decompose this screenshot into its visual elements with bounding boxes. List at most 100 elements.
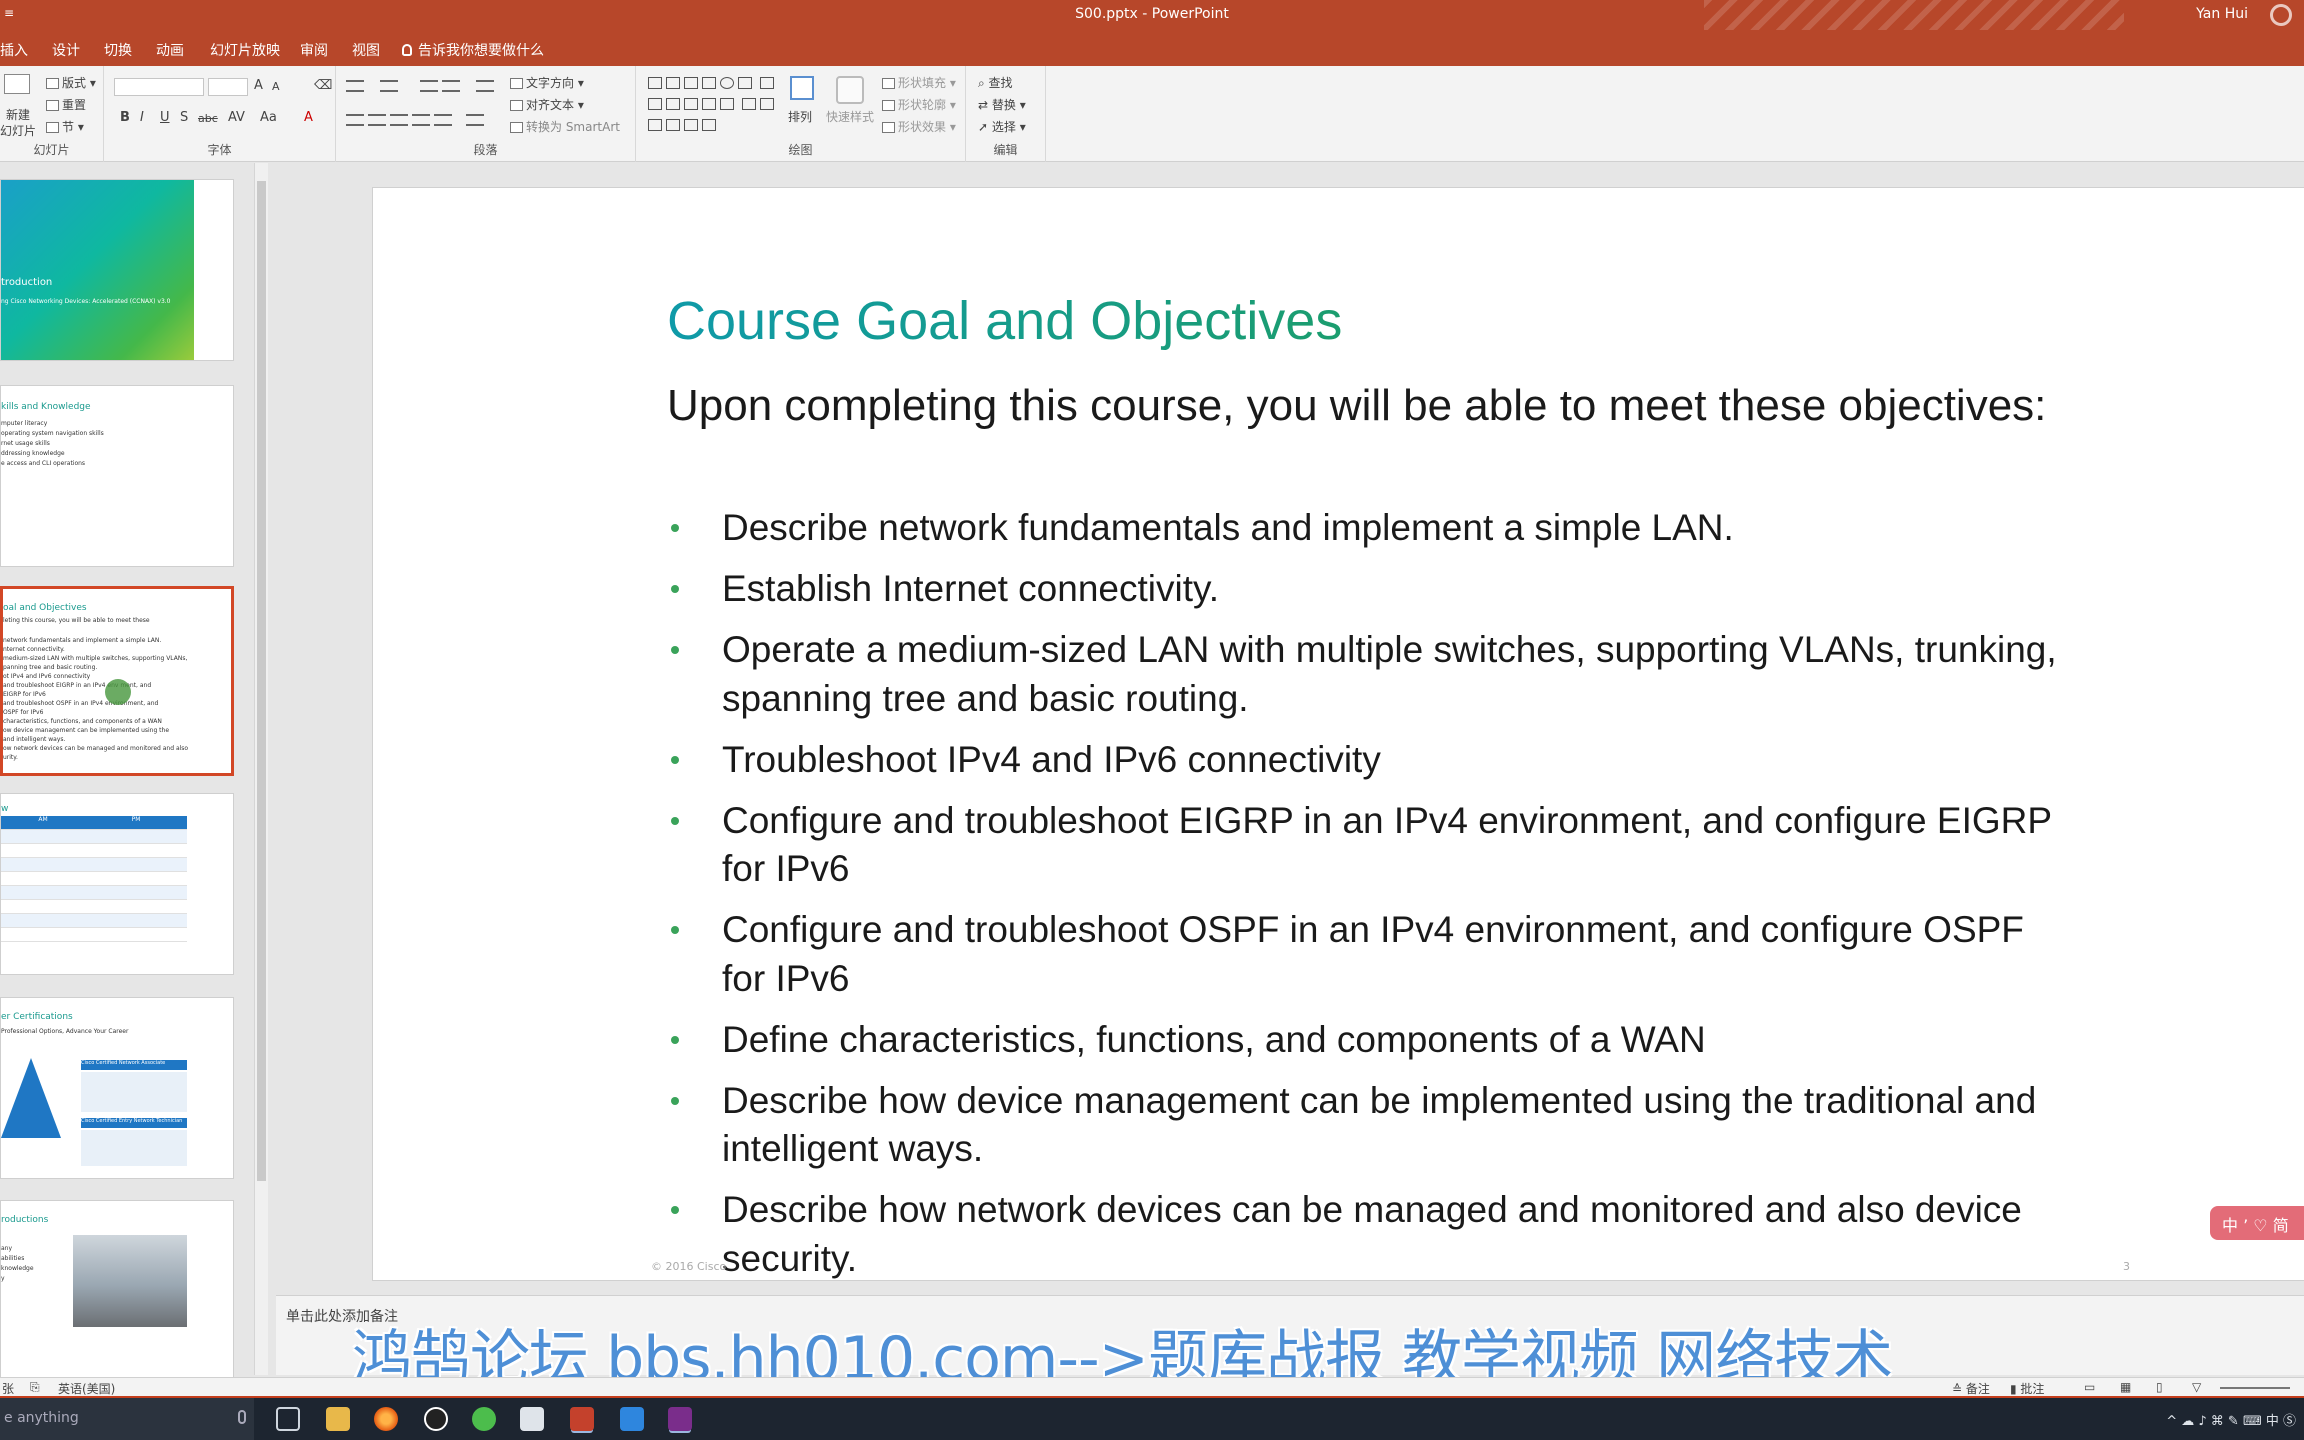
quick-styles-button[interactable]: 快速样式 — [826, 108, 874, 125]
shape-outline-button[interactable]: 形状轮廓 ▾ — [882, 96, 956, 113]
cursor-highlight — [105, 679, 131, 705]
new-slide-icon — [4, 74, 30, 94]
comments-toggle-button[interactable]: ▮ 批注 — [2010, 1380, 2044, 1397]
wechat-icon[interactable] — [472, 1407, 496, 1431]
slide-thumbnail-2[interactable]: kills and Knowledge mputer literacy oper… — [0, 385, 234, 567]
shape-fill-button[interactable]: 形状填充 ▾ — [882, 74, 956, 91]
grow-font-button[interactable]: A — [254, 78, 263, 93]
slide-thumbnail-5[interactable]: er Certifications Professional Options, … — [0, 997, 234, 1179]
thumbnail-scrollbar[interactable] — [254, 163, 268, 1375]
bullets-icon[interactable] — [346, 80, 364, 92]
tab-animations[interactable]: 动画 — [156, 40, 184, 60]
tell-me-box[interactable]: 告诉我你想要做什么 — [402, 40, 544, 60]
ime-indicator[interactable]: 中 ’ ♡ 简 — [2210, 1206, 2304, 1240]
tab-review[interactable]: 审阅 — [300, 40, 328, 60]
increase-indent-icon[interactable] — [442, 80, 460, 92]
qq-icon[interactable] — [424, 1407, 448, 1431]
replace-button[interactable]: ⇄ 替换 ▾ — [978, 96, 1026, 113]
group-drawing: 排列 快速样式 形状填充 ▾ 形状轮廓 ▾ 形状效果 ▾ 绘图 — [636, 66, 966, 162]
app-window-icon[interactable] — [520, 1407, 544, 1431]
normal-view-icon[interactable]: ▭ — [2084, 1380, 2095, 1394]
firefox-icon[interactable] — [374, 1407, 398, 1431]
align-center-icon[interactable] — [368, 114, 386, 126]
thumbnail-line: any — [1, 1245, 13, 1252]
tab-insert[interactable]: 插入 — [0, 40, 28, 60]
shrink-font-button[interactable]: A — [272, 80, 280, 93]
smartart-button[interactable]: 转换为 SmartArt — [510, 118, 620, 135]
shape-effects-button[interactable]: 形状效果 ▾ — [882, 118, 956, 135]
numbering-icon[interactable] — [380, 80, 398, 92]
system-tray[interactable]: ^ ☁ ♪ ⌘ ✎ ⌨ 中 Ⓢ — [2166, 1410, 2296, 1429]
align-text-button[interactable]: 对齐文本 ▾ — [510, 96, 584, 113]
slide-thumbnail-3-selected[interactable]: oal and Objectives leting this course, y… — [0, 586, 234, 776]
slide-thumbnail-1[interactable]: troduction ng Cisco Networking Devices: … — [0, 179, 234, 361]
onenote-taskbar-icon[interactable] — [668, 1407, 692, 1431]
spacing-button[interactable]: AV — [228, 110, 245, 125]
microphone-icon[interactable] — [238, 1410, 246, 1424]
font-size-select[interactable] — [208, 78, 248, 96]
tab-view[interactable]: 视图 — [352, 40, 380, 60]
search-icon: ⌕ — [978, 76, 989, 90]
thumbnail-line: rnet usage skills — [1, 440, 50, 447]
arrange-button[interactable]: 排列 — [788, 108, 812, 125]
section-button[interactable]: 节 ▾ — [46, 118, 84, 135]
slide-canvas[interactable]: Course Goal and Objectives Upon completi… — [372, 187, 2304, 1281]
slideshow-view-icon[interactable]: ▽ — [2192, 1380, 2201, 1394]
shapes-gallery[interactable] — [646, 74, 776, 136]
select-button[interactable]: ➚ 选择 ▾ — [978, 118, 1026, 135]
tab-design[interactable]: 设计 — [52, 40, 80, 60]
zoom-slider[interactable] — [2220, 1387, 2290, 1389]
taskbar-search-box[interactable]: e anything — [0, 1398, 254, 1440]
new-slide-label[interactable]: 幻灯片 — [0, 122, 36, 139]
justify-icon[interactable] — [412, 114, 430, 126]
packet-tracer-icon[interactable] — [620, 1407, 644, 1431]
sorter-view-icon[interactable]: ▦ — [2120, 1380, 2131, 1394]
file-explorer-icon[interactable] — [326, 1407, 350, 1431]
clear-format-icon[interactable]: ⌫ — [314, 78, 332, 93]
slide-intro-text[interactable]: Upon completing this course, you will be… — [667, 376, 2067, 435]
reset-button[interactable]: 重置 — [46, 96, 86, 113]
objective-item: Establish Internet connectivity. — [667, 565, 2067, 614]
notes-toggle-button[interactable]: ≙ 备注 — [1952, 1380, 1990, 1397]
new-slide-button[interactable]: 新建 — [6, 106, 30, 123]
align-right-icon[interactable] — [390, 114, 408, 126]
align-left-icon[interactable] — [346, 114, 364, 126]
tab-slideshow[interactable]: 幻灯片放映 — [210, 40, 280, 60]
change-case-button[interactable]: Aa — [260, 110, 277, 125]
language-status[interactable]: 英语(美国) — [58, 1380, 115, 1397]
italic-button[interactable]: I — [140, 110, 144, 125]
powerpoint-taskbar-icon[interactable] — [570, 1407, 594, 1431]
status-bar: 张 ⎘ 英语(美国) ≙ 备注 ▮ 批注 ▭ ▦ ▯ ▽ — [0, 1377, 2304, 1398]
slide-thumbnail-4[interactable]: w AM PM — [0, 793, 234, 975]
bold-button[interactable]: B — [120, 110, 130, 125]
font-name-select[interactable] — [114, 78, 204, 96]
text-direction-button[interactable]: 文字方向 ▾ — [510, 74, 584, 91]
user-name[interactable]: Yan Hui — [2196, 6, 2248, 22]
objective-item: Describe network fundamentals and implem… — [667, 504, 2067, 553]
columns-icon[interactable] — [466, 114, 484, 126]
distributed-icon[interactable] — [434, 114, 452, 126]
underline-button[interactable]: U — [160, 110, 170, 125]
notes-icon: ≙ — [1952, 1382, 1966, 1396]
font-color-button[interactable]: A — [304, 110, 313, 125]
slide-title[interactable]: Course Goal and Objectives — [667, 290, 1342, 352]
spellcheck-icon[interactable]: ⎘ — [30, 1380, 40, 1395]
thumbnail-6-title: roductions — [1, 1215, 49, 1225]
text-direction-icon — [510, 78, 523, 89]
tab-transitions[interactable]: 切换 — [104, 40, 132, 60]
layout-button[interactable]: 版式 ▾ — [46, 74, 96, 91]
thumbnail-line: y — [1, 1275, 5, 1282]
slide-thumbnail-6[interactable]: roductions any abilities knowledge y — [0, 1200, 234, 1382]
decrease-indent-icon[interactable] — [420, 80, 438, 92]
shadow-button[interactable]: S — [180, 110, 188, 125]
strike-button[interactable]: abc — [198, 112, 218, 125]
objective-list[interactable]: Describe network fundamentals and implem… — [667, 504, 2067, 1280]
scrollbar-thumb[interactable] — [257, 181, 266, 1181]
task-view-icon[interactable] — [276, 1407, 300, 1431]
group-label-font: 字体 — [207, 143, 232, 157]
find-button[interactable]: ⌕ 查找 — [978, 74, 1013, 91]
reading-view-icon[interactable]: ▯ — [2156, 1380, 2163, 1394]
account-icon[interactable] — [2270, 4, 2292, 26]
line-spacing-icon[interactable] — [476, 80, 494, 92]
thumbnail-line: nternet connectivity. — [3, 646, 65, 653]
